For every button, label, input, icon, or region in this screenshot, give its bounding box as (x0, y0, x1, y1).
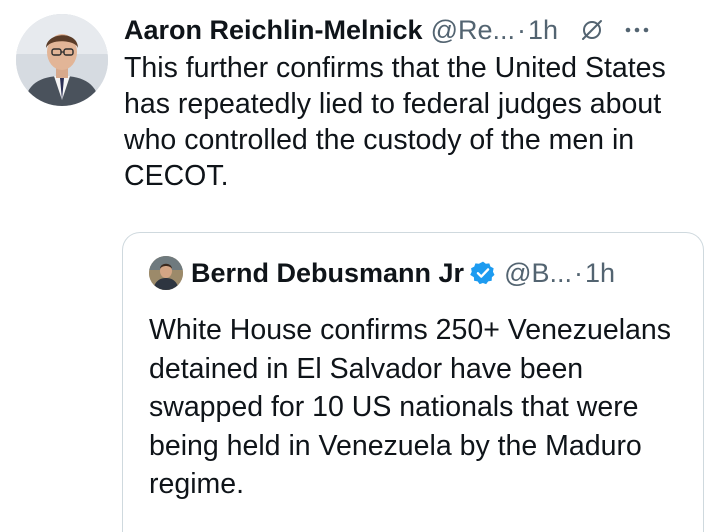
quote-text: White House confirms 250+ Venezuelans de… (149, 314, 672, 500)
quoted-tweet-card[interactable]: Bernd Debusmann Jr @B... · 1h White Hous… (122, 232, 704, 532)
tweet-header: Aaron Reichlin-Melnick @Re... · 1h (124, 12, 712, 48)
quote-header: Bernd Debusmann Jr @B... · 1h (149, 253, 691, 293)
author-name[interactable]: Aaron Reichlin-Melnick (124, 15, 423, 46)
quote-separator-dot: · (573, 257, 583, 288)
tweet-timestamp[interactable]: 1h (528, 15, 558, 46)
verified-badge-icon (470, 260, 496, 286)
quote-author-handle[interactable]: @B... (504, 258, 572, 289)
quote-avatar-photo (149, 256, 183, 290)
tweet-text: This further confirms that the United St… (124, 52, 666, 192)
separator-dot: · (517, 14, 526, 45)
grok-icon[interactable] (580, 18, 604, 42)
quote-author-name[interactable]: Bernd Debusmann Jr (191, 258, 464, 289)
more-options-icon[interactable] (624, 26, 650, 34)
avatar-photo (16, 14, 108, 106)
author-avatar[interactable] (16, 14, 108, 106)
quote-author-avatar[interactable] (149, 256, 183, 290)
quote-timestamp[interactable]: 1h (585, 258, 615, 289)
author-handle[interactable]: @Re... (431, 15, 515, 46)
